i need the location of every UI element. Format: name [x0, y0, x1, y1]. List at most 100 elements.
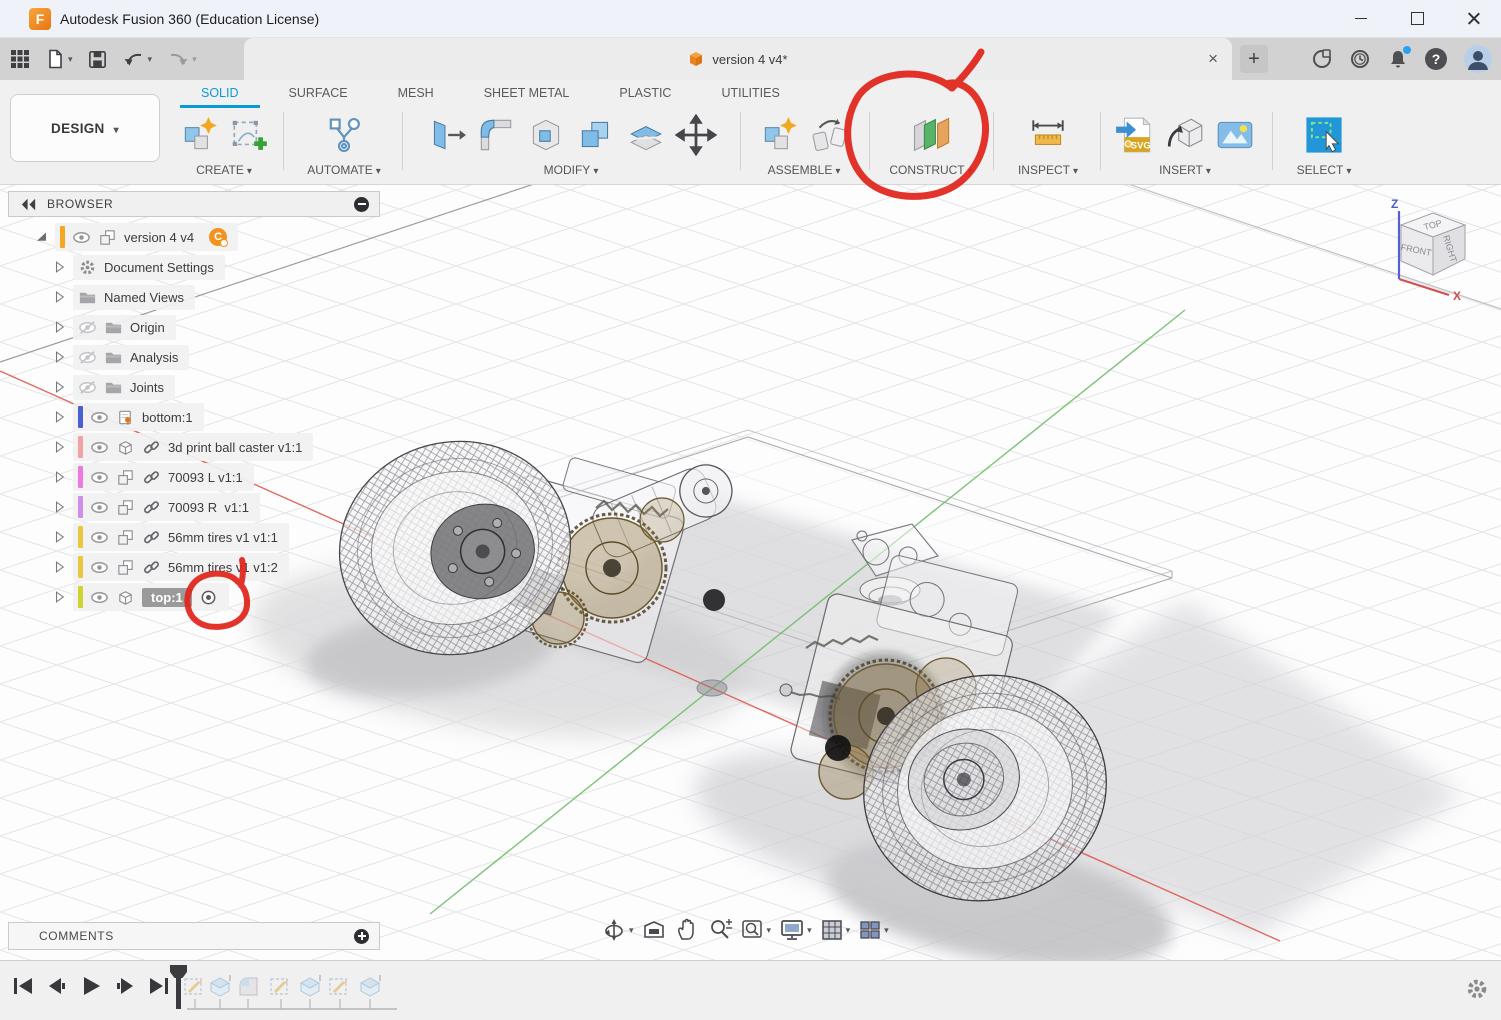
save-button[interactable]	[87, 49, 108, 70]
measure-icon[interactable]	[1027, 114, 1069, 156]
tree-row-bottom[interactable]: bottom:1	[8, 402, 380, 432]
visibility-off-eye-icon[interactable]	[78, 318, 97, 337]
tree-label[interactable]: bottom:1	[142, 410, 193, 425]
timeline-feature-extrude-icon[interactable]	[361, 975, 380, 996]
display-settings-button[interactable]: ▾	[778, 917, 812, 943]
component-color-bar[interactable]	[78, 586, 83, 608]
tree-row-tires-2[interactable]: 56mm tires v1 v1:2	[8, 552, 380, 582]
tab-solid[interactable]: SOLID	[180, 86, 260, 108]
orbit-button[interactable]: ▾	[602, 917, 634, 943]
tree-row-root[interactable]: version 4 v4 C	[8, 222, 380, 252]
tree-label[interactable]: Document Settings	[104, 260, 214, 275]
tree-row-ball-caster[interactable]: 3d print ball caster v1:1	[8, 432, 380, 462]
tree-row-tires-1[interactable]: 56mm tires v1 v1:1	[8, 522, 380, 552]
visibility-eye-icon[interactable]	[90, 468, 109, 487]
activate-component-radio[interactable]	[199, 588, 218, 607]
app-grid-button[interactable]	[10, 49, 30, 69]
expander-icon[interactable]	[52, 499, 67, 515]
assemble-dropdown[interactable]: ASSEMBLE	[744, 163, 864, 177]
extensions-icon[interactable]	[1311, 48, 1333, 70]
step-back-button[interactable]	[44, 973, 70, 999]
tree-label[interactable]: 56mm tires v1 v1:2	[168, 560, 278, 575]
tree-row-named-views[interactable]: Named Views	[8, 282, 380, 312]
component-color-bar[interactable]	[78, 406, 83, 428]
expander-icon[interactable]	[52, 289, 67, 305]
expander-icon[interactable]	[52, 409, 67, 425]
select-icon[interactable]	[1302, 113, 1346, 157]
expander-icon[interactable]	[52, 439, 67, 455]
tree-row-70093-l[interactable]: 70093 L v1:1	[8, 462, 380, 492]
file-menu-button[interactable]: ▾	[44, 48, 73, 70]
look-at-button[interactable]	[641, 917, 667, 943]
visibility-eye-icon[interactable]	[90, 558, 109, 577]
tree-row-document-settings[interactable]: Document Settings	[8, 252, 380, 282]
pan-button[interactable]	[674, 917, 700, 943]
expander-icon[interactable]	[52, 529, 67, 545]
notifications-button[interactable]	[1387, 48, 1409, 70]
expander-icon[interactable]	[52, 349, 67, 365]
help-icon[interactable]: ?	[1425, 48, 1447, 70]
document-tab[interactable]: version 4 v4* ×	[244, 38, 1232, 80]
construct-dropdown[interactable]: CONSTRUCT	[872, 163, 990, 177]
redo-button[interactable]: ▾	[166, 48, 197, 70]
visibility-off-eye-icon[interactable]	[78, 378, 97, 397]
joint-icon[interactable]	[808, 114, 850, 156]
tab-utilities[interactable]: UTILITIES	[700, 86, 800, 108]
component-color-bar[interactable]	[78, 556, 83, 578]
timeline-feature-sketch-icon[interactable]	[271, 979, 289, 995]
inspect-dropdown[interactable]: INSPECT	[1000, 163, 1096, 177]
visibility-eye-icon[interactable]	[90, 408, 109, 427]
create-sketch-icon[interactable]	[228, 114, 270, 156]
tree-label[interactable]: 70093 R v1:1	[168, 500, 249, 515]
visibility-eye-icon[interactable]	[90, 438, 109, 457]
timeline-feature-extrude-icon[interactable]	[301, 975, 320, 996]
visibility-eye-icon[interactable]	[72, 228, 91, 247]
move-copy-icon[interactable]	[675, 114, 717, 156]
profile-avatar[interactable]	[1463, 44, 1493, 74]
tab-sheet-metal[interactable]: SHEET METAL	[463, 86, 591, 108]
tree-label[interactable]: 70093 L v1:1	[168, 470, 243, 485]
timeline-feature-fillet-icon[interactable]	[240, 978, 257, 995]
step-forward-button[interactable]	[112, 973, 138, 999]
job-status-icon[interactable]	[1349, 48, 1371, 70]
component-color-bar[interactable]	[78, 436, 83, 458]
visibility-eye-icon[interactable]	[90, 498, 109, 517]
close-tab-button[interactable]: ×	[1208, 38, 1218, 80]
expander-open-icon[interactable]	[34, 229, 49, 245]
expander-icon[interactable]	[52, 559, 67, 575]
collapse-panel-icon[interactable]	[19, 195, 38, 214]
canvas-icon[interactable]	[1214, 114, 1256, 156]
tab-mesh[interactable]: MESH	[377, 86, 455, 108]
go-to-start-button[interactable]	[10, 973, 36, 999]
component-color-bar[interactable]	[78, 526, 83, 548]
tree-label[interactable]: Origin	[130, 320, 165, 335]
shell-icon[interactable]	[525, 114, 567, 156]
expander-icon[interactable]	[52, 259, 67, 275]
design-workspace-button[interactable]: DESIGN	[10, 94, 160, 162]
minimize-button[interactable]	[1333, 0, 1389, 37]
construction-planes-icon[interactable]	[909, 113, 953, 157]
timeline-feature-extrude-icon[interactable]	[211, 975, 230, 996]
fit-button[interactable]: ▾	[740, 917, 772, 943]
expander-icon[interactable]	[52, 469, 67, 485]
grid-display-button[interactable]: ▾	[819, 917, 851, 943]
close-button[interactable]	[1445, 0, 1501, 37]
selected-tree-label[interactable]: top:1	[142, 588, 192, 607]
automate-dropdown[interactable]: AUTOMATE	[292, 163, 396, 177]
tree-row-origin[interactable]: Origin	[8, 312, 380, 342]
tree-row-70093-r[interactable]: 70093 R v1:1	[8, 492, 380, 522]
modify-dropdown[interactable]: MODIFY	[406, 163, 736, 177]
expander-icon[interactable]	[52, 319, 67, 335]
add-comment-icon[interactable]	[354, 929, 369, 944]
viewcube[interactable]: Z X TOP FRONT RIGHT	[1387, 197, 1479, 301]
tree-label[interactable]: version 4 v4	[124, 230, 194, 245]
split-body-icon[interactable]	[625, 114, 667, 156]
undo-button[interactable]: ▾	[122, 48, 153, 70]
automate-icon[interactable]	[322, 113, 366, 157]
timeline-settings-gear-icon[interactable]	[1465, 977, 1489, 1001]
zoom-button[interactable]	[707, 917, 733, 943]
component-color-bar[interactable]	[60, 226, 65, 248]
timeline-feature-sketch-icon[interactable]	[185, 979, 203, 995]
tree-label[interactable]: Named Views	[104, 290, 184, 305]
new-tab-button[interactable]: +	[1240, 45, 1268, 73]
